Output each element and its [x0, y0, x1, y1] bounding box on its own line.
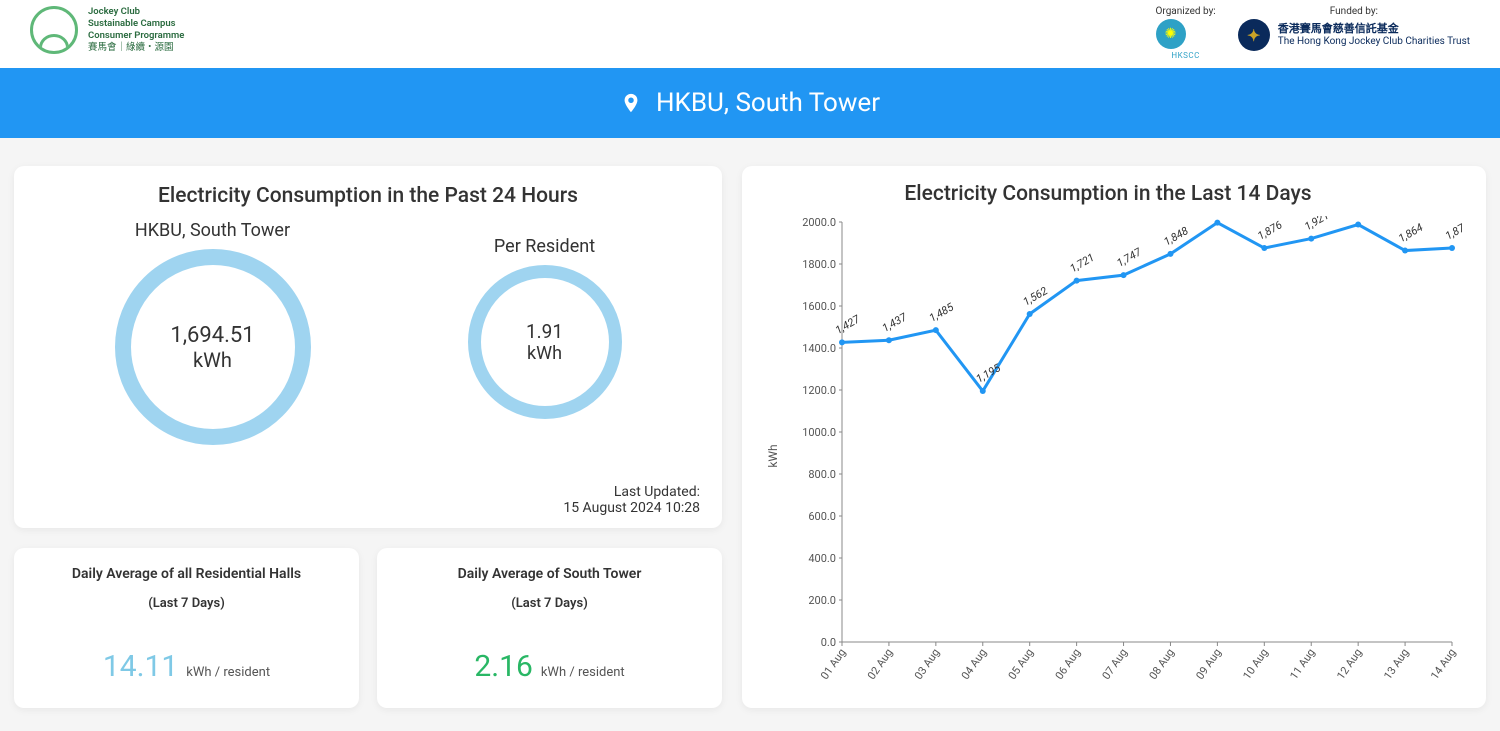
gauge-total-title: HKBU, South Tower	[115, 220, 311, 241]
gauge-total-unit: kWh	[193, 348, 232, 372]
sponsor-organized: Organized by: ✺ HKSCC	[1156, 6, 1216, 60]
svg-text:02 Aug: 02 Aug	[865, 646, 895, 682]
svg-text:800.0: 800.0	[808, 468, 836, 481]
averages-row: Daily Average of all Residential Halls (…	[14, 548, 722, 708]
svg-text:1200.0: 1200.0	[802, 384, 836, 397]
svg-text:05 Aug: 05 Aug	[1006, 646, 1036, 682]
sponsor-funded: Funded by: ✦ 香港賽馬會慈善信託基金 The Hong Kong J…	[1238, 6, 1470, 60]
svg-text:1,747: 1,747	[1115, 245, 1145, 270]
svg-text:03 Aug: 03 Aug	[912, 646, 942, 682]
jc-line-cn: 香港賽馬會慈善信託基金	[1278, 22, 1470, 35]
svg-text:200.0: 200.0	[808, 594, 836, 607]
card-past-24h: Electricity Consumption in the Past 24 H…	[14, 166, 722, 528]
last-updated-value: 15 August 2024 10:28	[563, 500, 700, 516]
right-column: Electricity Consumption in the Last 14 D…	[742, 166, 1486, 708]
svg-text:1,864: 1,864	[1396, 221, 1425, 245]
gauge-resident-unit: kWh	[527, 343, 562, 364]
svg-text:01 Aug: 01 Aug	[818, 646, 848, 682]
brand-block: Jockey Club Sustainable Campus Consumer …	[30, 6, 184, 54]
avg-all-subtitle: (Last 7 Days)	[24, 596, 349, 611]
chart-ylabel: kWh	[766, 444, 780, 467]
svg-text:400.0: 400.0	[808, 552, 836, 565]
avg-tower-subtitle: (Last 7 Days)	[387, 596, 712, 611]
chart-title: Electricity Consumption in the Last 14 D…	[754, 182, 1462, 206]
chart-area: kWh 0.0200.0400.0600.0800.01000.01200.01…	[792, 216, 1462, 696]
funded-by-label: Funded by:	[1238, 6, 1470, 17]
left-column: Electricity Consumption in the Past 24 H…	[14, 166, 722, 708]
location-titlebar: HKBU, South Tower	[0, 68, 1500, 138]
top-bar: Jockey Club Sustainable Campus Consumer …	[0, 0, 1500, 68]
avg-all-value: 14.11	[103, 649, 178, 684]
svg-text:04 Aug: 04 Aug	[959, 646, 989, 682]
svg-text:13 Aug: 13 Aug	[1381, 646, 1411, 682]
svg-text:1,988: 1,988	[1349, 216, 1378, 219]
svg-text:1,437: 1,437	[880, 310, 910, 335]
avg-all-title: Daily Average of all Residential Halls	[24, 566, 349, 582]
svg-text:08 Aug: 08 Aug	[1147, 646, 1177, 682]
svg-text:1,876: 1,876	[1443, 218, 1462, 242]
card-avg-south-tower: Daily Average of South Tower (Last 7 Day…	[377, 548, 722, 708]
last-updated: Last Updated: 15 August 2024 10:28	[563, 484, 700, 516]
brand-line1: Jockey Club	[88, 6, 184, 18]
svg-text:2000.0: 2000.0	[802, 216, 836, 229]
jc-line-en: The Hong Kong Jockey Club Charities Trus…	[1278, 36, 1470, 48]
hkscc-logo-icon: ✺	[1156, 19, 1186, 49]
avg-tower-unit: kWh / resident	[541, 665, 625, 680]
gauge-total-ring: 1,694.51 kWh	[115, 249, 311, 445]
svg-text:1,997: 1,997	[1208, 216, 1238, 217]
gauge-total-value: 1,694.51	[170, 323, 254, 348]
line-chart-svg: 0.0 200.0 400.0 600.0 800.0 1000.0 1200.0 1400.…	[792, 216, 1462, 696]
svg-text:09 Aug: 09 Aug	[1193, 646, 1223, 682]
jockey-club-logo-icon: ✦	[1238, 19, 1270, 51]
svg-text:1000.0: 1000.0	[802, 426, 836, 439]
gauge-resident-value: 1.91	[526, 320, 563, 343]
gauge-per-resident: Per Resident 1.91 kWh	[468, 236, 622, 419]
svg-text:11 Aug: 11 Aug	[1287, 646, 1317, 682]
svg-text:600.0: 600.0	[808, 510, 836, 523]
svg-text:1,876: 1,876	[1255, 218, 1284, 242]
organized-by-label: Organized by:	[1156, 6, 1216, 17]
svg-text:12 Aug: 12 Aug	[1334, 646, 1364, 682]
hkscc-caption: HKSCC	[1156, 51, 1216, 60]
svg-text:1800.0: 1800.0	[802, 258, 836, 271]
card-24h-title: Electricity Consumption in the Past 24 H…	[36, 184, 700, 208]
svg-text:10 Aug: 10 Aug	[1240, 646, 1270, 682]
avg-tower-value: 2.16	[474, 649, 533, 684]
brand-line3: Consumer Programme	[88, 30, 184, 42]
gauge-resident-ring: 1.91 kWh	[468, 265, 622, 419]
svg-text:1,721: 1,721	[1068, 251, 1097, 275]
location-title: HKBU, South Tower	[656, 88, 880, 118]
avg-all-unit: kWh / resident	[186, 665, 270, 680]
card-avg-all-halls: Daily Average of all Residential Halls (…	[14, 548, 359, 708]
content-area: Electricity Consumption in the Past 24 H…	[0, 138, 1500, 708]
brand-line-cn: 賽馬會｜綠續・源園	[88, 42, 184, 54]
svg-text:0.0: 0.0	[821, 636, 836, 649]
brand-line2: Sustainable Campus	[88, 18, 184, 30]
gauge-resident-title: Per Resident	[468, 236, 622, 257]
svg-text:06 Aug: 06 Aug	[1053, 646, 1083, 682]
svg-text:1600.0: 1600.0	[802, 300, 836, 313]
brand-text: Jockey Club Sustainable Campus Consumer …	[88, 6, 184, 54]
avg-tower-title: Daily Average of South Tower	[387, 566, 712, 582]
card-chart-14days: Electricity Consumption in the Last 14 D…	[742, 166, 1486, 708]
sponsors-block: Organized by: ✺ HKSCC Funded by: ✦ 香港賽馬會…	[1156, 6, 1470, 60]
svg-text:1,562: 1,562	[1021, 284, 1050, 308]
svg-text:1,485: 1,485	[927, 300, 957, 325]
programme-logo-icon	[30, 6, 78, 54]
last-updated-label: Last Updated:	[563, 484, 700, 500]
svg-text:1,921: 1,921	[1302, 216, 1331, 233]
svg-text:1,427: 1,427	[833, 312, 863, 337]
location-pin-icon	[620, 89, 642, 117]
svg-text:14 Aug: 14 Aug	[1428, 646, 1458, 682]
jockey-club-text: 香港賽馬會慈善信託基金 The Hong Kong Jockey Club Ch…	[1278, 22, 1470, 47]
gauge-total: HKBU, South Tower 1,694.51 kWh	[115, 220, 311, 445]
svg-text:07 Aug: 07 Aug	[1100, 646, 1130, 682]
svg-text:1400.0: 1400.0	[802, 342, 836, 355]
